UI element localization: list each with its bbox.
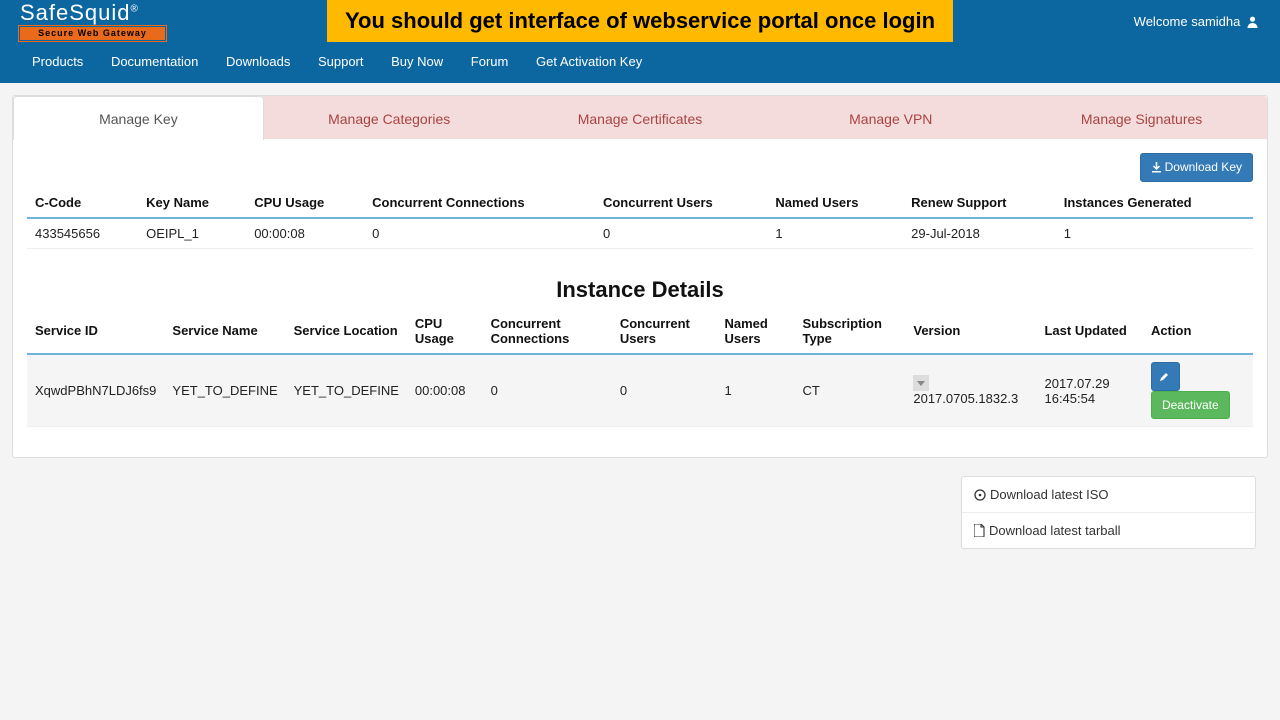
cell-service-name: YET_TO_DEFINE <box>164 354 285 427</box>
downloads-card: Download latest ISO Download latest tarb… <box>961 476 1256 549</box>
cell-named: 1 <box>767 218 903 249</box>
cell-cpu: 00:00:08 <box>246 218 364 249</box>
cell-users: 0 <box>612 354 717 427</box>
deactivate-button[interactable]: Deactivate <box>1151 391 1230 420</box>
page: Manage Key Manage Categories Manage Cert… <box>0 83 1280 561</box>
file-icon <box>974 524 985 537</box>
cell-conn: 0 <box>364 218 595 249</box>
cell-updated: 2017.07.29 16:45:54 <box>1036 354 1142 427</box>
nav-documentation[interactable]: Documentation <box>99 48 210 75</box>
cell-cpu: 00:00:08 <box>407 354 483 427</box>
instance-details-title: Instance Details <box>27 277 1253 303</box>
instance-table: Service ID Service Name Service Location… <box>27 309 1253 428</box>
cell-keyname: OEIPL_1 <box>138 218 246 249</box>
download-icon <box>1151 162 1162 173</box>
col-cpu-usage: CPU Usage <box>407 309 483 354</box>
cell-service-location: YET_TO_DEFINE <box>286 354 407 427</box>
download-iso-label: Download latest ISO <box>990 487 1109 502</box>
edit-button[interactable] <box>1151 362 1180 391</box>
nav-forum[interactable]: Forum <box>459 48 521 75</box>
disc-icon <box>974 489 986 501</box>
tab-manage-categories[interactable]: Manage Categories <box>264 96 515 139</box>
col-instances: Instances Generated <box>1056 188 1253 218</box>
nav-support[interactable]: Support <box>306 48 376 75</box>
col-action: Action <box>1143 309 1253 354</box>
col-renew: Renew Support <box>903 188 1056 218</box>
notice-banner: You should get interface of webservice p… <box>327 0 953 42</box>
col-concurrent-users: Concurrent Users <box>612 309 717 354</box>
tab-bar: Manage Key Manage Categories Manage Cert… <box>13 96 1267 139</box>
col-keyname: Key Name <box>138 188 246 218</box>
topbar: SafeSquid® Secure Web Gateway You should… <box>0 0 1280 83</box>
user-icon <box>1247 16 1258 28</box>
logo[interactable]: SafeSquid® Secure Web Gateway <box>20 0 165 40</box>
col-version: Version <box>905 309 1036 354</box>
pencil-icon <box>1159 372 1169 382</box>
key-table: C-Code Key Name CPU Usage Concurrent Con… <box>27 188 1253 249</box>
cell-action: Deactivate <box>1143 354 1253 427</box>
nav-buy-now[interactable]: Buy Now <box>379 48 455 75</box>
main-panel: Manage Key Manage Categories Manage Cert… <box>12 95 1268 458</box>
instance-row: XqwdPBhN7LDJ6fs9 YET_TO_DEFINE YET_TO_DE… <box>27 354 1253 427</box>
dropdown-icon[interactable] <box>913 375 929 391</box>
key-row: 433545656 OEIPL_1 00:00:08 0 0 1 29-Jul-… <box>27 218 1253 249</box>
col-named-users: Named Users <box>717 309 795 354</box>
download-iso-link[interactable]: Download latest ISO <box>962 477 1255 513</box>
nav-activation-key[interactable]: Get Activation Key <box>524 48 654 75</box>
col-conn: Concurrent Connections <box>364 188 595 218</box>
main-nav: Products Documentation Downloads Support… <box>0 48 1280 83</box>
col-concurrent-conn: Concurrent Connections <box>483 309 612 354</box>
download-key-button[interactable]: Download Key <box>1140 153 1253 182</box>
col-service-location: Service Location <box>286 309 407 354</box>
logo-tagline: Secure Web Gateway <box>20 27 165 40</box>
download-tarball-label: Download latest tarball <box>989 523 1121 538</box>
cell-service-id: XqwdPBhN7LDJ6fs9 <box>27 354 164 427</box>
cell-subtype: CT <box>794 354 905 427</box>
col-service-id: Service ID <box>27 309 164 354</box>
nav-products[interactable]: Products <box>20 48 95 75</box>
col-last-updated: Last Updated <box>1036 309 1142 354</box>
cell-users: 0 <box>595 218 767 249</box>
col-ccode: C-Code <box>27 188 138 218</box>
welcome-label: Welcome samidha <box>1134 14 1241 29</box>
col-service-name: Service Name <box>164 309 285 354</box>
cell-conn: 0 <box>483 354 612 427</box>
col-named: Named Users <box>767 188 903 218</box>
welcome-user[interactable]: Welcome samidha <box>1134 14 1258 29</box>
nav-downloads[interactable]: Downloads <box>214 48 302 75</box>
logo-text: SafeSquid® <box>20 2 165 24</box>
col-cpu: CPU Usage <box>246 188 364 218</box>
cell-ccode: 433545656 <box>27 218 138 249</box>
col-users: Concurrent Users <box>595 188 767 218</box>
tab-manage-vpn[interactable]: Manage VPN <box>765 96 1016 139</box>
tab-manage-signatures[interactable]: Manage Signatures <box>1016 96 1267 139</box>
download-key-label: Download Key <box>1165 160 1242 174</box>
cell-instances: 1 <box>1056 218 1253 249</box>
col-subscription-type: Subscription Type <box>794 309 905 354</box>
cell-version: 2017.0705.1832.3 <box>905 354 1036 427</box>
tab-manage-key[interactable]: Manage Key <box>13 96 264 140</box>
download-tarball-link[interactable]: Download latest tarball <box>962 513 1255 548</box>
tab-manage-certificates[interactable]: Manage Certificates <box>515 96 766 139</box>
cell-named: 1 <box>717 354 795 427</box>
cell-renew: 29-Jul-2018 <box>903 218 1056 249</box>
